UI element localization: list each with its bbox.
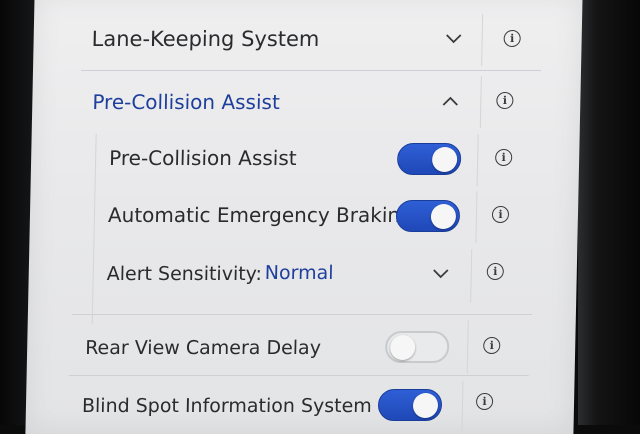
row-divider-vertical <box>475 191 478 243</box>
row-divider <box>68 375 529 376</box>
aeb-toggle[interactable] <box>395 200 461 232</box>
alert-sensitivity-row[interactable]: Alert Sensitivity: Normal i <box>94 249 569 303</box>
row-divider <box>71 314 532 315</box>
rear-camera-delay-toggle[interactable] <box>384 331 450 363</box>
lane-keeping-label: Lane-Keeping System <box>91 27 320 51</box>
blind-spot-row: Blind Spot Information System i <box>71 381 562 431</box>
row-divider <box>80 70 542 71</box>
display-bezel-right <box>578 0 640 425</box>
aeb-info-icon[interactable]: i <box>491 206 510 223</box>
aeb-label: Automatic Emergency Braking <box>107 203 414 227</box>
alert-sensitivity-info-icon[interactable]: i <box>486 263 504 280</box>
row-divider-vertical <box>481 14 484 66</box>
pre-collision-assist-row: Pre-Collision Assist i <box>97 134 572 186</box>
pre-collision-section-title: Pre-Collision Assist <box>92 90 281 114</box>
aeb-row: Automatic Emergency Braking i <box>95 191 570 243</box>
chevron-up-icon[interactable] <box>442 96 458 106</box>
pre-collision-assist-toggle[interactable] <box>396 143 462 175</box>
row-divider-vertical <box>479 76 482 128</box>
blind-spot-label: Blind Spot Information System <box>81 395 373 417</box>
rear-camera-delay-label: Rear View Camera Delay <box>84 337 322 359</box>
rear-camera-delay-info-icon[interactable]: i <box>483 337 501 354</box>
blind-spot-toggle[interactable] <box>377 389 443 421</box>
toggle-knob <box>412 393 439 418</box>
rear-camera-delay-row: Rear View Camera Delay i <box>75 320 566 374</box>
lane-keeping-row[interactable]: Lane-Keeping System i <box>83 14 574 66</box>
chevron-down-icon[interactable] <box>446 34 462 44</box>
row-divider-vertical <box>470 249 473 303</box>
pre-collision-section-info-icon[interactable]: i <box>496 92 514 109</box>
toggle-knob <box>389 335 416 360</box>
pre-collision-assist-info-icon[interactable]: i <box>495 149 513 166</box>
row-divider-vertical <box>476 134 479 186</box>
pre-collision-header-row[interactable]: Pre-Collision Assist i <box>88 76 573 128</box>
row-divider-vertical <box>461 381 464 431</box>
blind-spot-info-icon[interactable]: i <box>475 393 494 410</box>
settings-screen: Lane-Keeping System i Pre-Collision Assi… <box>25 0 583 434</box>
toggle-knob <box>430 204 457 229</box>
alert-sensitivity-value: Normal <box>264 262 334 284</box>
pre-collision-assist-label: Pre-Collision Assist <box>108 146 297 170</box>
lane-keeping-info-icon[interactable]: i <box>503 30 521 47</box>
row-divider-vertical <box>466 320 469 374</box>
toggle-knob <box>431 147 458 172</box>
alert-sensitivity-label: Alert Sensitivity: <box>106 263 263 285</box>
chevron-down-icon[interactable] <box>433 269 449 279</box>
